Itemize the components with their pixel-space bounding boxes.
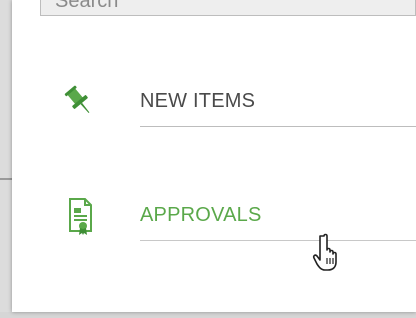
hand-pointer-cursor-icon	[308, 232, 342, 272]
search-placeholder: Search	[55, 0, 119, 12]
search-input[interactable]: Search	[40, 0, 416, 16]
menu-item-divider	[140, 126, 416, 127]
background-strip	[0, 312, 416, 318]
menu-item-approvals[interactable]: APPROVALS	[12, 186, 416, 246]
menu-item-label: APPROVALS	[140, 204, 262, 226]
document-certificate-icon	[64, 196, 96, 236]
menu-item-new-items[interactable]: NEW ITEMS	[12, 72, 416, 132]
menu-item-divider	[140, 240, 416, 241]
menu-item-label: NEW ITEMS	[140, 90, 256, 112]
dropdown-menu-panel	[12, 0, 416, 312]
app-screen: Search NEW ITEMS APPROVALS	[0, 0, 416, 318]
pin-icon	[64, 82, 96, 122]
